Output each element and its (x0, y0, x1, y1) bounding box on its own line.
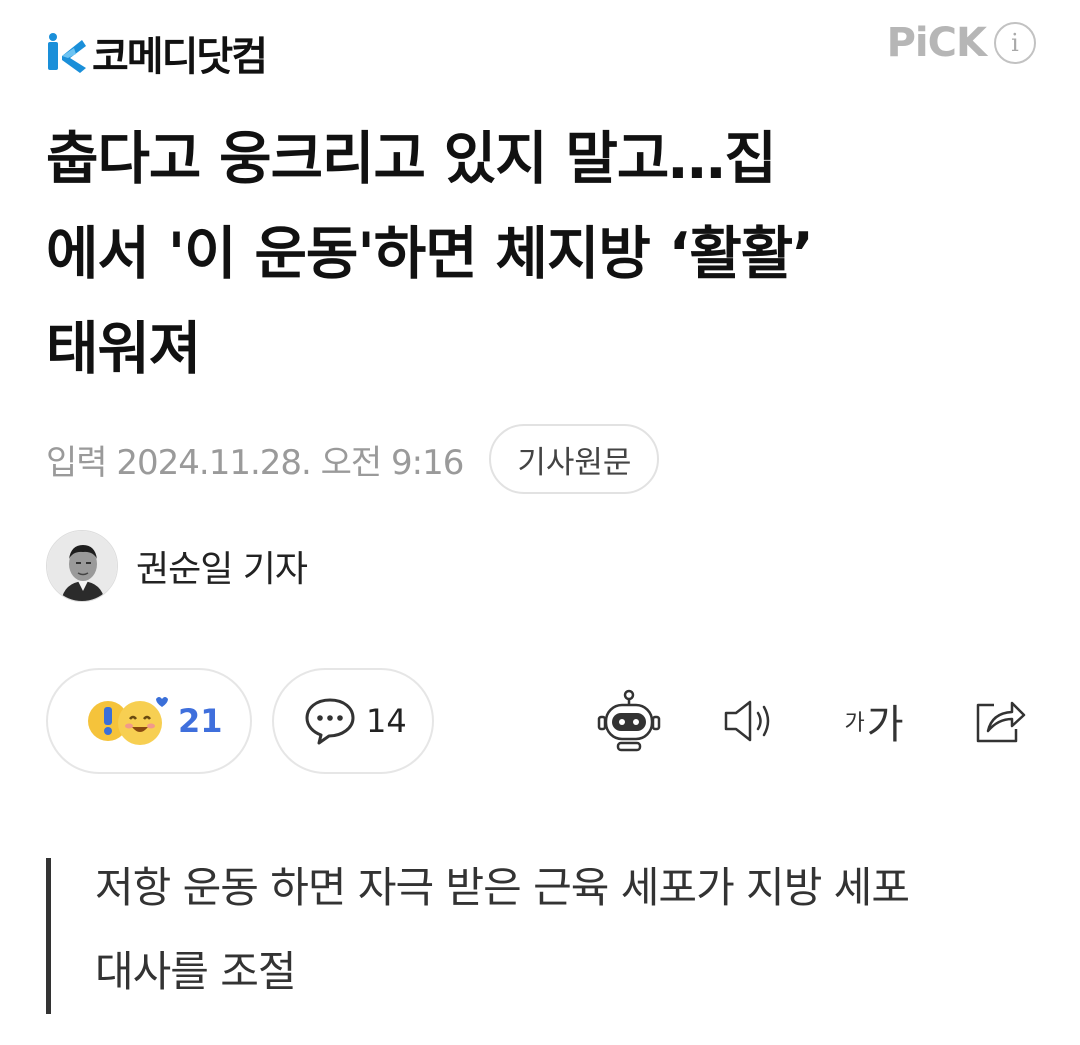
kormedi-logo[interactable]: 코메디닷컴 (46, 24, 268, 82)
kormedi-logo-icon (46, 32, 88, 74)
author-name: 권순일 기자 (136, 549, 308, 590)
pick-label: PiCK (886, 20, 987, 66)
speaker-icon (724, 700, 770, 742)
info-icon[interactable]: i (994, 22, 1036, 64)
share-icon (976, 701, 1026, 743)
article-title: 춥다고 웅크리고 있지 말고…집 에서 '이 운동'하면 체지방 ‘활활’ 태워… (46, 112, 1036, 397)
reaction-count: 21 (178, 702, 223, 740)
comment-bubble-icon (305, 698, 355, 745)
summary-line-2: 대사를 조절 (95, 947, 297, 996)
reaction-emoji-icon (88, 697, 168, 745)
text-to-speech-button[interactable] (720, 688, 780, 754)
ai-summary-button[interactable] (594, 688, 664, 754)
article-summary: 저항 운동 하면 자극 받은 근육 세포가 지방 세포 대사를 조절 (46, 858, 1036, 1014)
summary-text: 저항 운동 하면 자극 받은 근육 세포가 지방 세포 대사를 조절 (95, 846, 1036, 1014)
font-size-button[interactable]: 가 가 (838, 688, 910, 754)
article-meta: 입력 2024.11.28. 오전 9:16 기사원문 (46, 424, 660, 494)
font-size-small-glyph: 가 (844, 711, 865, 736)
action-bar: 21 14 가 가 (46, 668, 1036, 776)
title-line-1: 춥다고 웅크리고 있지 말고…집 (46, 126, 777, 192)
logo-text: 코메디닷컴 (92, 34, 268, 80)
title-line-3: 태워져 (46, 316, 201, 382)
comment-count: 14 (366, 702, 407, 740)
robot-icon (597, 689, 661, 752)
comments-button[interactable]: 14 (272, 668, 434, 774)
reactions-button[interactable]: 21 (46, 668, 252, 774)
summary-line-1: 저항 운동 하면 자극 받은 근육 세포가 지방 세포 (95, 863, 910, 912)
author-block[interactable]: 권순일 기자 (46, 530, 308, 602)
font-size-large-glyph: 가 (866, 702, 904, 748)
pick-badge: PiCK i (887, 20, 1036, 66)
title-line-2: 에서 '이 운동'하면 체지방 ‘활활’ (46, 221, 814, 287)
publish-date: 입력 2024.11.28. 오전 9:16 (46, 442, 464, 483)
original-article-button[interactable]: 기사원문 (489, 424, 660, 494)
author-avatar (46, 530, 118, 602)
share-button[interactable] (970, 688, 1030, 754)
header: 코메디닷컴 PiCK i (46, 18, 1036, 80)
